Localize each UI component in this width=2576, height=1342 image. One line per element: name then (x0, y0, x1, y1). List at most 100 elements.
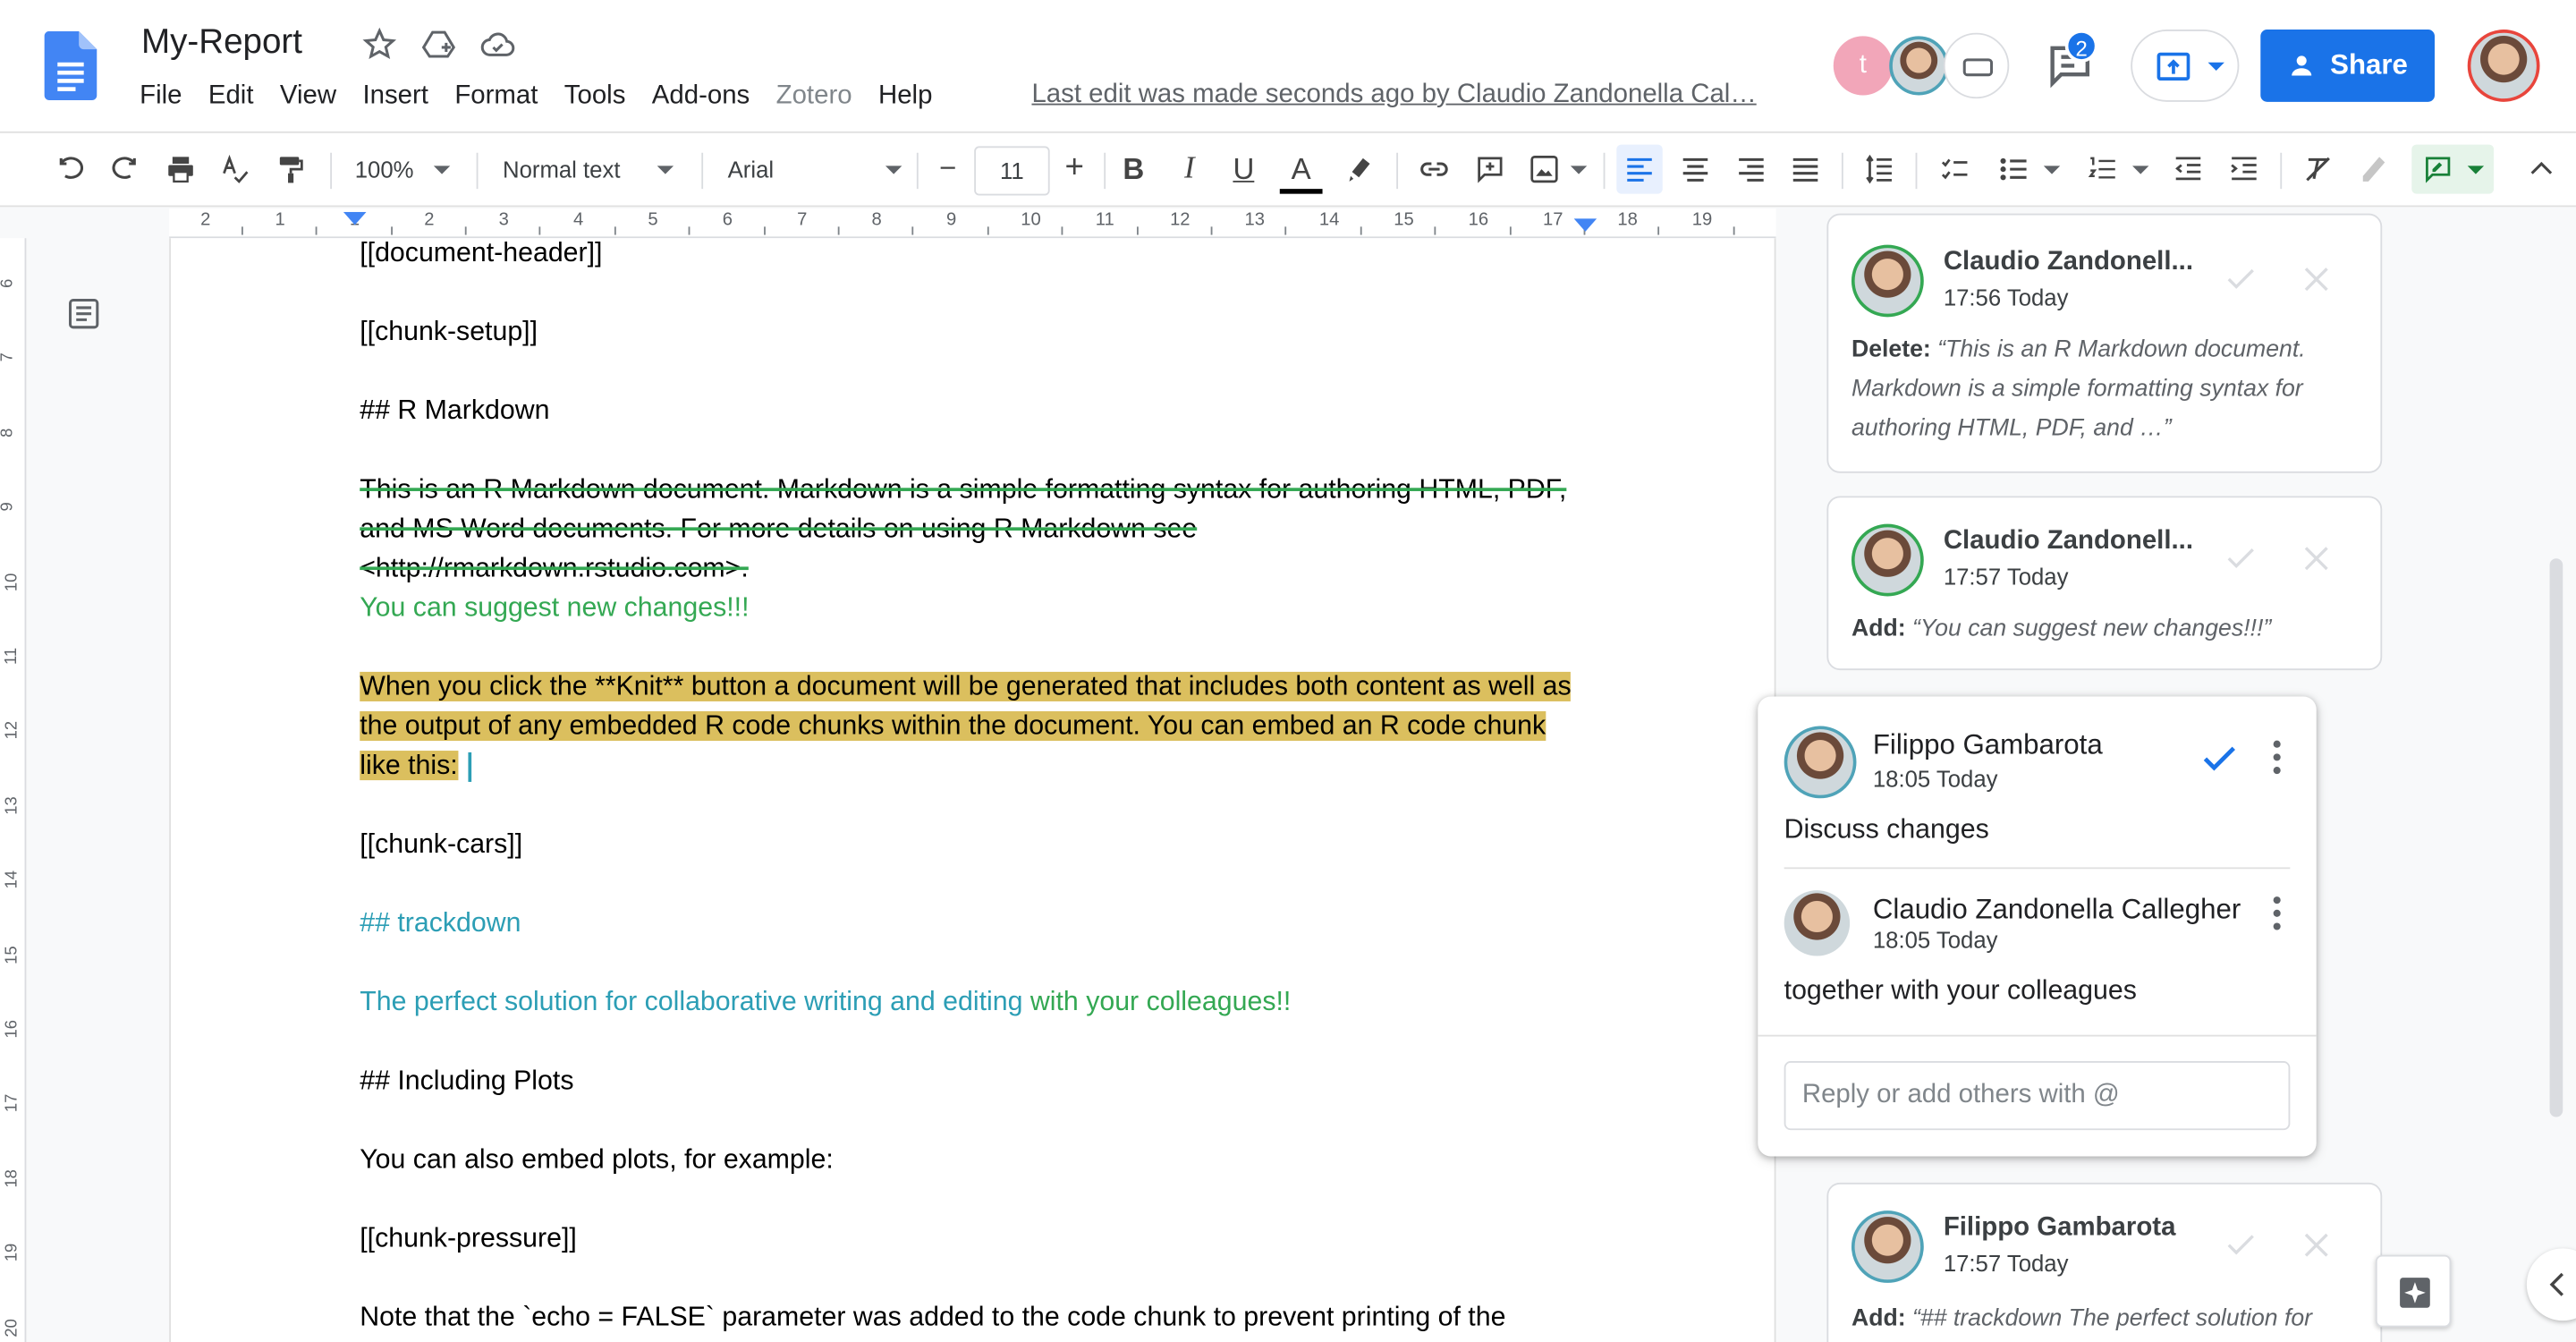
doc-paragraph[interactable]: You can also embed plots, for example: (360, 1140, 1608, 1179)
align-left-button[interactable] (1616, 144, 1663, 194)
ruler-tick (241, 226, 243, 235)
suggested-insertion-text[interactable]: with your colleagues!! (1022, 987, 1291, 1016)
doc-paragraph[interactable]: [[document-header]] (360, 234, 1608, 273)
hide-menus-button[interactable] (2523, 149, 2559, 189)
suggested-insertion-heading[interactable]: ## trackdown (360, 904, 1608, 943)
font-size-input[interactable]: 11 (974, 146, 1050, 196)
highlight-color-button[interactable] (1343, 149, 1378, 189)
doc-paragraph[interactable]: [[chunk-pressure]] (360, 1219, 1608, 1258)
more-vert-icon[interactable] (2260, 894, 2293, 933)
suggesting-mode-button[interactable] (2411, 144, 2495, 194)
menu-zotero[interactable]: Zotero (763, 79, 865, 115)
present-button[interactable] (2131, 30, 2240, 102)
reject-close-icon[interactable] (2299, 540, 2334, 576)
increase-font-size-button[interactable]: + (1055, 148, 1094, 187)
insert-image-button[interactable] (1526, 149, 1589, 189)
accept-check-icon[interactable] (2223, 540, 2258, 576)
align-right-button[interactable] (1733, 149, 1769, 189)
print-icon (168, 157, 193, 183)
reply-input[interactable]: Reply or add others with @ (1784, 1061, 2291, 1131)
suggested-deletion-text[interactable]: This is an R Markdown document. Markdown… (360, 475, 1566, 583)
increase-indent-button[interactable] (2226, 149, 2262, 189)
menu-view[interactable]: View (267, 79, 350, 115)
justify-button[interactable] (1787, 149, 1823, 189)
reject-close-icon[interactable] (2299, 261, 2334, 297)
comment-thread[interactable]: Filippo Gambarota 18:05 Today Discuss ch… (1758, 696, 2317, 1157)
reject-close-icon[interactable] (2299, 1227, 2334, 1262)
menu-tools[interactable]: Tools (551, 79, 639, 115)
suggestion-card[interactable]: Claudio Zandonell... 17:57 Today Add: “Y… (1826, 496, 2383, 671)
suggested-insertion-text[interactable]: The perfect solution for collaborative w… (360, 987, 1022, 1016)
menu-edit[interactable]: Edit (195, 79, 267, 115)
highlighted-paragraph[interactable]: When you click the **Knit** button a doc… (360, 667, 1583, 785)
more-viewers-button[interactable] (1943, 32, 2010, 99)
viewer-avatar[interactable]: t (1833, 36, 1893, 96)
last-edit-link[interactable]: Last edit was made seconds ago by Claudi… (1031, 81, 1756, 110)
cloud-saved-icon[interactable] (479, 26, 515, 62)
decrease-indent-button[interactable] (2170, 149, 2206, 189)
doc-paragraph[interactable]: [[chunk-setup]] (360, 312, 1608, 352)
ruler-label: 5 (648, 210, 658, 231)
numbered-list-button[interactable] (2080, 149, 2155, 189)
doc-heading[interactable]: ## R Markdown (360, 391, 1608, 430)
checklist-button[interactable] (1936, 149, 1975, 189)
underline-button[interactable]: U (1227, 149, 1260, 189)
ruler-tick (315, 226, 318, 235)
suggestion-card[interactable]: Filippo Gambarota 17:57 Today Add: “## t… (1826, 1182, 2383, 1342)
accept-check-icon[interactable] (2223, 261, 2258, 297)
suggested-insertion-paragraph[interactable]: The perfect solution for collaborative w… (360, 982, 1608, 1022)
font-select[interactable]: Arial (728, 149, 902, 189)
bulleted-list-button[interactable] (1991, 149, 2066, 189)
decrease-font-size-button[interactable]: − (928, 148, 968, 187)
thread-author: Filippo Gambarota (1872, 729, 2103, 761)
star-icon[interactable] (361, 26, 397, 62)
share-button[interactable]: Share (2260, 30, 2435, 102)
chevron-down-icon (2132, 165, 2149, 174)
doc-heading[interactable]: ## Including Plots (360, 1061, 1608, 1100)
collaborator-avatar[interactable] (1889, 36, 1949, 96)
paint-format-button[interactable] (273, 149, 309, 189)
doc-paragraph[interactable]: Note that the `echo = FALSE` parameter w… (360, 1297, 1608, 1337)
document-title[interactable]: My-Report (141, 23, 302, 63)
account-avatar[interactable] (2467, 30, 2540, 102)
scrollbar-thumb[interactable] (2549, 558, 2563, 1117)
italic-button[interactable]: I (1173, 149, 1206, 189)
side-panel-toggle[interactable] (2526, 1248, 2576, 1321)
input-tools-button[interactable] (2356, 149, 2392, 189)
suggested-deletion-paragraph[interactable]: This is an R Markdown document. Markdown… (360, 470, 1592, 627)
menu-file[interactable]: File (126, 79, 195, 115)
text-color-button[interactable]: A (1279, 149, 1323, 194)
suggested-insertion-text[interactable]: You can suggest new changes!!! (360, 593, 749, 623)
more-vert-icon[interactable] (2260, 737, 2293, 777)
left-indent-marker-icon[interactable] (343, 211, 367, 228)
spellcheck-button[interactable] (216, 149, 252, 189)
clear-formatting-button[interactable] (2300, 149, 2335, 189)
redo-button[interactable] (106, 149, 142, 189)
move-to-drive-icon[interactable] (420, 26, 456, 62)
document-outline-icon[interactable] (65, 295, 101, 331)
avatar (1851, 1210, 1924, 1283)
avatar (1784, 726, 1857, 799)
line-spacing-button[interactable] (1860, 149, 1899, 189)
explore-button[interactable] (2375, 1254, 2452, 1328)
menu-insert[interactable]: Insert (350, 79, 442, 115)
menu-addons[interactable]: Add-ons (639, 79, 763, 115)
bold-button[interactable]: B (1117, 149, 1150, 189)
menu-format[interactable]: Format (442, 79, 551, 115)
document-page[interactable]: [[document-header]] [[chunk-setup]] ## R… (169, 238, 1776, 1342)
zoom-select[interactable]: 100% (355, 149, 461, 189)
print-button[interactable] (163, 149, 199, 189)
doc-paragraph[interactable]: [[chunk-cars]] (360, 825, 1608, 864)
menu-help[interactable]: Help (865, 79, 945, 115)
commented-text[interactable]: When you click the **Knit** button a doc… (360, 671, 1572, 781)
docs-logo-icon[interactable] (44, 30, 97, 100)
align-center-button[interactable] (1677, 149, 1713, 189)
resolve-check-icon[interactable] (2199, 737, 2241, 780)
paragraph-style-select[interactable]: Normal text (503, 149, 680, 189)
add-comment-button[interactable] (1472, 149, 1508, 189)
accept-check-icon[interactable] (2223, 1227, 2258, 1262)
vertical-ruler[interactable]: 6 7 8 9 10 11 12 13 14 15 16 17 18 19 20 (0, 238, 27, 1342)
insert-link-button[interactable] (1416, 149, 1452, 189)
undo-button[interactable] (53, 149, 89, 189)
suggestion-card[interactable]: Claudio Zandonell... 17:56 Today Delete:… (1826, 213, 2383, 473)
